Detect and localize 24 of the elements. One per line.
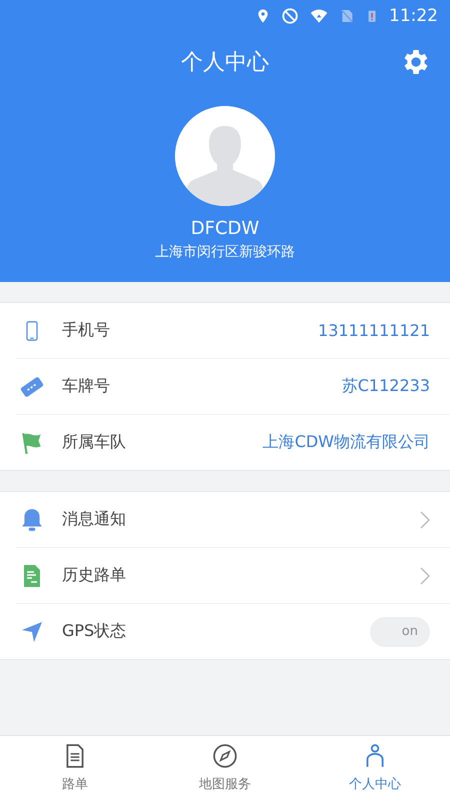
- row-label: 所属车队: [62, 432, 127, 453]
- row-label: 消息通知: [62, 509, 127, 530]
- row-value: 苏C112233: [342, 376, 430, 397]
- chevron-right-icon[interactable]: [420, 510, 430, 528]
- blocked-icon: [281, 7, 299, 25]
- tab[interactable]: 地图服务: [150, 736, 300, 800]
- row-label: 车牌号: [62, 376, 111, 397]
- compass-icon: [212, 743, 238, 769]
- row-value: 13111111121: [318, 321, 430, 340]
- no-sim-icon: [339, 7, 355, 25]
- wifi-icon: [309, 7, 329, 25]
- row-label: 历史路单: [62, 565, 127, 586]
- navigation-arrow-icon: [20, 620, 44, 644]
- row-label: 手机号: [62, 320, 111, 341]
- page-title: 个人中心: [181, 49, 269, 77]
- tab[interactable]: 路单: [0, 736, 150, 800]
- tab[interactable]: 个人中心: [300, 736, 450, 800]
- chevron-right-icon[interactable]: [420, 566, 430, 584]
- row-value: 上海CDW物流有限公司: [262, 432, 430, 453]
- gps-toggle[interactable]: on: [370, 616, 430, 646]
- user-address: 上海市闵行区新骏环路: [154, 243, 296, 261]
- row-label: GPS状态: [62, 621, 128, 642]
- status-time: 11:22: [389, 6, 438, 26]
- user-name: DFCDW: [190, 218, 260, 239]
